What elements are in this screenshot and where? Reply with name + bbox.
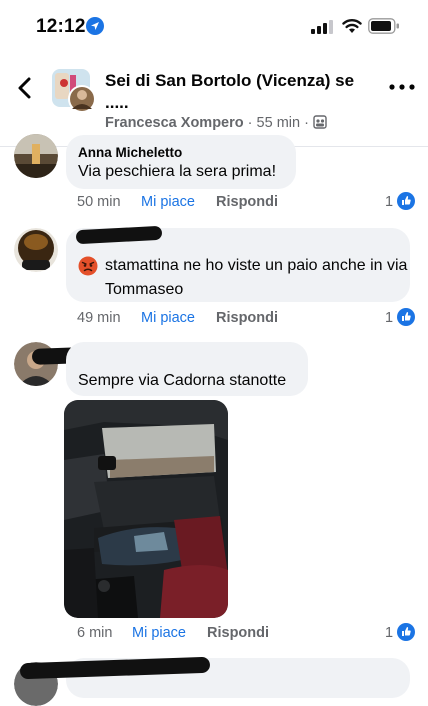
wifi-icon	[342, 19, 362, 33]
comment-text: stamattina ne ho viste un paio anche in …	[105, 257, 408, 298]
comment-time: 50 min	[77, 194, 121, 210]
reply-button[interactable]: Rispondi	[207, 625, 269, 641]
post-author[interactable]: Francesca Xompero	[105, 115, 244, 131]
angry-face-icon	[78, 256, 98, 276]
cellular-signal-icon	[311, 20, 333, 34]
meta-separator: ·	[247, 115, 253, 131]
comment-text: Via peschiera la sera prima!	[78, 163, 277, 180]
group-avatar[interactable]	[52, 69, 96, 113]
location-arrow-icon	[86, 17, 104, 35]
thumbs-up-icon[interactable]	[397, 308, 415, 326]
thumbs-up-icon[interactable]	[397, 192, 415, 210]
avatar[interactable]	[14, 134, 58, 178]
like-button[interactable]: Mi piace	[141, 194, 195, 210]
more-options-icon[interactable]	[388, 82, 416, 92]
post-meta: Francesca Xompero · 55 min ·	[105, 115, 327, 131]
reply-button[interactable]: Rispondi	[216, 194, 278, 210]
status-bar: 12:12	[0, 0, 428, 56]
like-button[interactable]: Mi piace	[132, 625, 186, 641]
like-count: 1	[385, 194, 394, 210]
comment-photo[interactable]	[64, 400, 228, 618]
back-arrow-icon[interactable]	[14, 74, 38, 102]
privacy-group-icon	[313, 115, 327, 129]
like-count: 1	[385, 625, 394, 641]
avatar[interactable]	[14, 228, 58, 272]
comment-time: 49 min	[77, 310, 121, 326]
battery-icon	[368, 18, 399, 34]
like-count: 1	[385, 310, 394, 326]
status-time: 12:12	[36, 16, 86, 37]
comment-text: Sempre via Cadorna stanotte	[78, 372, 287, 389]
group-title[interactable]: Sei di San Bortolo (Vicenza) se .....	[105, 70, 355, 114]
like-button[interactable]: Mi piace	[141, 310, 195, 326]
thumbs-up-icon[interactable]	[397, 623, 415, 641]
comment-author[interactable]: Anna Micheletto	[78, 145, 182, 160]
meta-separator: ·	[304, 115, 309, 131]
post-time: 55 min	[256, 115, 301, 131]
comment-time: 6 min	[77, 625, 113, 641]
reply-button[interactable]: Rispondi	[216, 310, 278, 326]
